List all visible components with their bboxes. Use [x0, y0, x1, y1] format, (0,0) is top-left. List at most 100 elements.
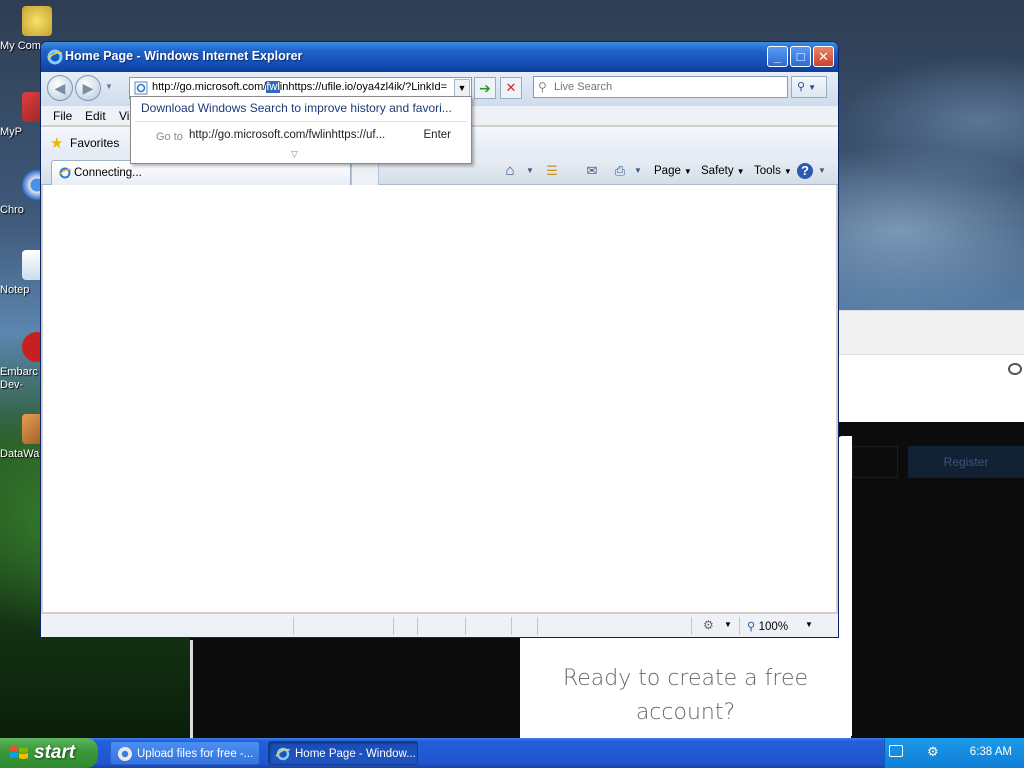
- background-browser-header: [838, 310, 1024, 422]
- start-button[interactable]: start: [0, 738, 98, 768]
- tools-menu-button[interactable]: Tools ▼: [754, 162, 792, 180]
- address-dropdown-button[interactable]: ▼: [454, 79, 470, 97]
- goto-url[interactable]: http://go.microsoft.com/fwlinhttps://uf.…: [189, 129, 385, 141]
- chevron-down-icon: ▼: [736, 167, 745, 176]
- help-icon[interactable]: ?: [797, 163, 813, 179]
- my-computer-icon: [22, 6, 52, 36]
- system-tray: ⚙ 6:38 AM: [884, 738, 1024, 768]
- menu-view[interactable]: Vi: [119, 109, 129, 123]
- back-button[interactable]: ◀: [47, 75, 73, 101]
- clock[interactable]: 6:38 AM: [970, 746, 1012, 758]
- rss-feeds-icon[interactable]: ☰: [543, 162, 561, 180]
- title-bar[interactable]: Home Page - Windows Internet Explorer _ …: [41, 42, 838, 72]
- recent-pages-dropdown-icon[interactable]: ▼: [105, 82, 113, 91]
- expand-dropdown-icon[interactable]: ▽: [291, 149, 298, 160]
- address-selection: fwl: [266, 81, 280, 93]
- protected-mode-dropdown-icon[interactable]: ▼: [724, 620, 732, 629]
- zoom-value: 100%: [758, 621, 789, 633]
- status-separator: [417, 617, 418, 635]
- stop-button[interactable]: ✕: [500, 77, 522, 99]
- address-autocomplete-dropdown: Download Windows Search to improve histo…: [130, 96, 472, 164]
- page-menu-button[interactable]: Page ▼: [654, 162, 692, 180]
- ie-page-icon: [58, 167, 72, 179]
- print-icon[interactable]: ⎙: [611, 162, 629, 180]
- windows-search-suggestion[interactable]: Download Windows Search to improve histo…: [141, 101, 452, 115]
- taskbar: start Upload files for free -... Home Pa…: [0, 738, 1024, 768]
- protected-mode-icon[interactable]: ⚙: [703, 618, 714, 632]
- status-separator: [393, 617, 394, 635]
- ready-panel: Ready to create a free account?: [520, 638, 851, 738]
- chrome-icon: [118, 747, 132, 761]
- search-box[interactable]: ⚲: [533, 76, 788, 98]
- tools-menu-label: Tools: [754, 165, 781, 177]
- forward-button[interactable]: ▶: [75, 75, 101, 101]
- go-arrow-icon: ➔: [479, 80, 491, 96]
- status-bar: ⚙ ▼ ⚲ 100% ▼: [41, 613, 838, 637]
- menu-file[interactable]: File: [53, 109, 72, 123]
- go-button[interactable]: ➔: [474, 77, 496, 99]
- dropdown-divider: [135, 121, 467, 122]
- register-button[interactable]: Register: [908, 446, 1024, 478]
- ie-logo-icon: [47, 49, 63, 65]
- ready-line-2: account?: [635, 700, 736, 725]
- zoom-magnifier-icon: ⚲: [747, 621, 756, 633]
- favorites-button[interactable]: Favorites: [70, 136, 119, 150]
- status-separator: [293, 617, 294, 635]
- search-button[interactable]: ⚲ ▼: [791, 76, 827, 98]
- home-icon[interactable]: ⌂: [501, 162, 519, 180]
- taskbar-item-upload-files[interactable]: Upload files for free -...: [110, 741, 260, 765]
- page-menu-label: Page: [654, 165, 681, 177]
- minimize-button[interactable]: _: [767, 46, 788, 67]
- address-suffix: inhttps://ufile.io/oya4zl4ik/?LinkId=: [279, 81, 448, 93]
- taskbar-item-label: Home Page - Window...: [295, 748, 416, 760]
- ready-heading: Ready to create a free account?: [520, 662, 851, 730]
- search-options-icon: ▼: [808, 83, 817, 92]
- enter-hint: Enter: [423, 129, 452, 141]
- keyboard-icon[interactable]: [889, 745, 903, 757]
- page-content[interactable]: [43, 185, 836, 612]
- back-arrow-icon: ◀: [54, 80, 66, 96]
- status-separator: [691, 617, 692, 635]
- zoom-dropdown-icon[interactable]: ▼: [805, 620, 813, 629]
- stop-x-icon: ✕: [505, 80, 517, 95]
- status-separator: [511, 617, 512, 635]
- network-icon[interactable]: ⚙: [927, 744, 939, 760]
- chevron-down-icon: ▼: [683, 167, 692, 176]
- windows-flag-icon: [10, 746, 28, 759]
- menu-edit[interactable]: Edit: [85, 109, 106, 123]
- safety-menu-button[interactable]: Safety ▼: [701, 162, 745, 180]
- search-icon: ⚲: [538, 80, 547, 94]
- close-button[interactable]: ✕: [813, 46, 834, 67]
- read-mail-icon[interactable]: ✉: [583, 162, 601, 180]
- help-dropdown-icon[interactable]: ▼: [813, 162, 831, 180]
- forward-arrow-icon: ▶: [82, 80, 94, 96]
- background-input[interactable]: [852, 446, 898, 478]
- ie-logo-icon: [275, 747, 291, 761]
- status-separator: [739, 617, 740, 635]
- home-dropdown-icon[interactable]: ▼: [521, 162, 539, 180]
- search-input[interactable]: [554, 79, 784, 95]
- print-dropdown-icon[interactable]: ▼: [629, 162, 647, 180]
- start-label: start: [34, 742, 76, 763]
- background-divider: [190, 640, 193, 738]
- page-favicon-icon: [134, 81, 148, 95]
- background-toolbar: [838, 311, 1024, 355]
- window-controls: _ □ ✕: [767, 46, 834, 67]
- status-separator: [537, 617, 538, 635]
- eye-icon: [1008, 363, 1022, 375]
- tab-label: Connecting...: [74, 167, 142, 179]
- safety-menu-label: Safety: [701, 165, 734, 177]
- window-title: Home Page - Windows Internet Explorer: [65, 49, 303, 63]
- zoom-level[interactable]: ⚲ 100%: [747, 619, 788, 633]
- status-separator: [465, 617, 466, 635]
- taskbar-item-home-page[interactable]: Home Page - Window...: [268, 741, 418, 765]
- chevron-down-icon: ▼: [457, 83, 467, 93]
- goto-label: Go to: [156, 131, 183, 143]
- address-prefix: http://go.microsoft.com/: [152, 81, 267, 93]
- address-input[interactable]: http://go.microsoft.com/fwlinhttps://ufi…: [152, 81, 450, 93]
- new-tab-button[interactable]: [351, 163, 379, 185]
- favorites-star-icon[interactable]: ★: [50, 134, 63, 152]
- taskbar-item-label: Upload files for free -...: [137, 748, 254, 760]
- magnifier-icon: ⚲: [797, 81, 806, 93]
- maximize-button[interactable]: □: [790, 46, 811, 67]
